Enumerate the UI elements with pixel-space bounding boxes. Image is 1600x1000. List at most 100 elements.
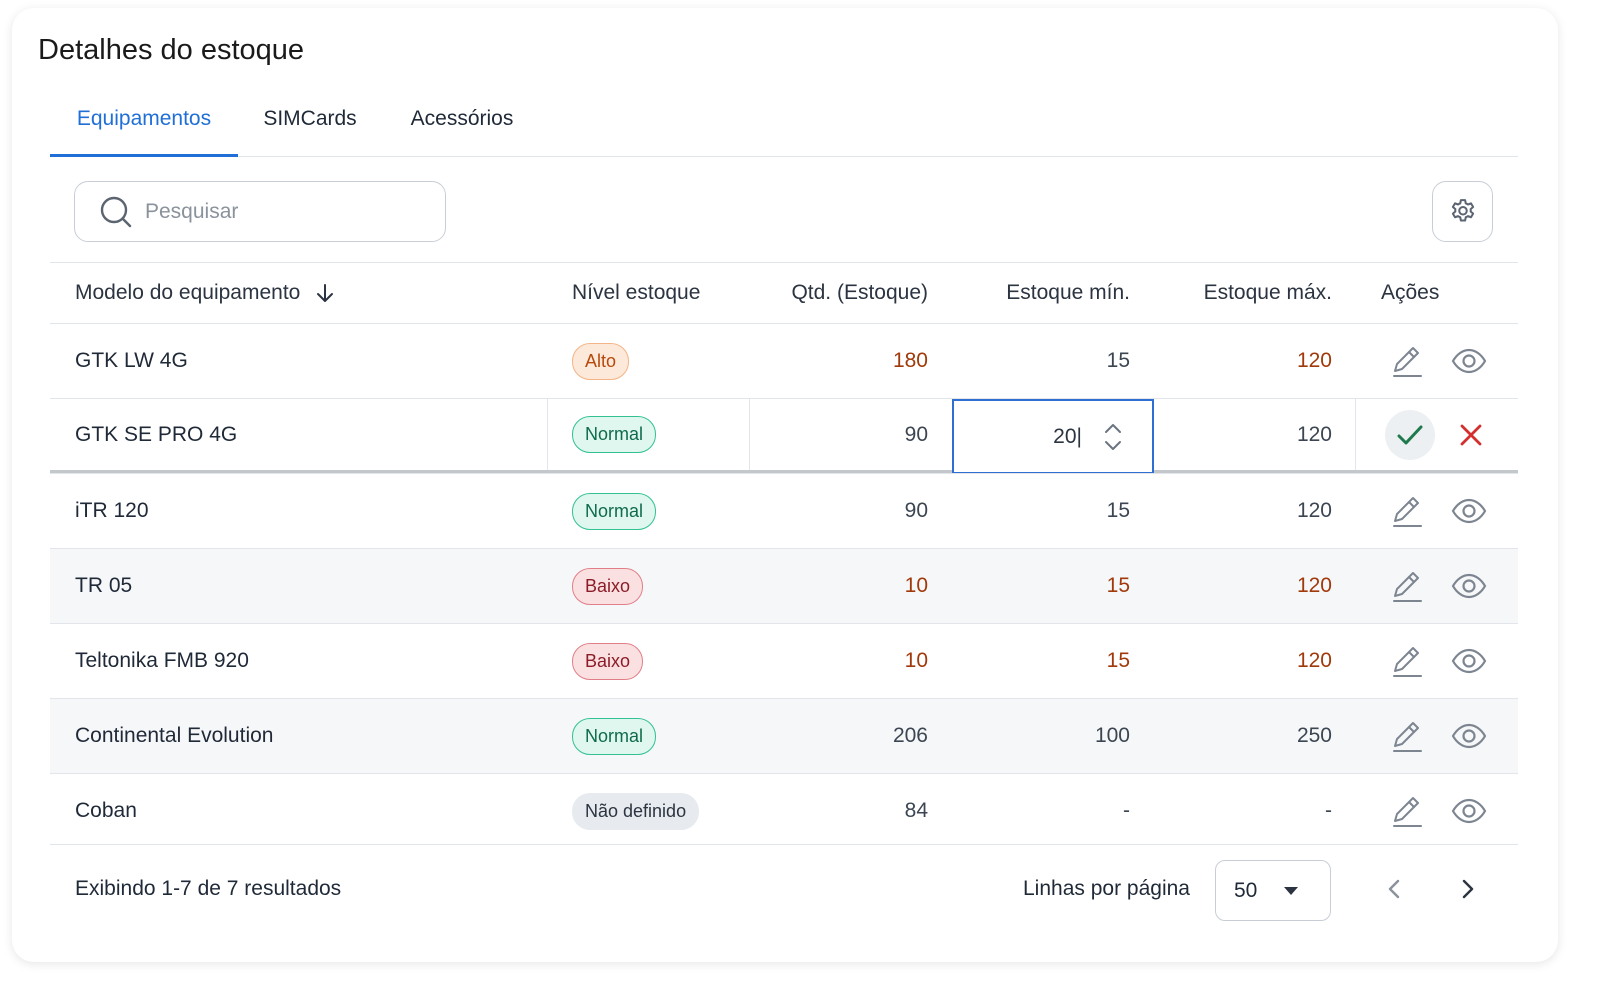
min-cell: - <box>1123 799 1130 822</box>
qty-cell: 90 <box>904 499 928 522</box>
rows-per-page-select[interactable]: 50 <box>1215 860 1331 921</box>
table-footer: Exibindo 1-7 de 7 resultados Linhas por … <box>50 844 1518 934</box>
arrow-down-icon[interactable] <box>314 282 336 304</box>
model-cell: Teltonika FMB 920 <box>75 649 249 672</box>
search-input[interactable] <box>145 199 405 224</box>
results-summary: Exibindo 1-7 de 7 resultados <box>75 877 342 900</box>
column-divider <box>547 399 548 470</box>
rows-per-page-value: 50 <box>1234 878 1258 902</box>
stepper-arrows-icon[interactable] <box>1102 421 1124 453</box>
edit-button[interactable] <box>1385 789 1429 833</box>
eye-icon <box>1451 798 1487 824</box>
stock-table: Modelo do equipamento Nível estoque Qtd.… <box>50 262 1518 848</box>
column-header-max[interactable]: Estoque máx. <box>1204 263 1332 323</box>
search-icon <box>100 196 132 227</box>
pencil-icon <box>1393 347 1422 377</box>
confirm-button[interactable] <box>1385 409 1435 460</box>
eye-icon <box>1451 723 1487 749</box>
column-header-actions: Ações <box>1381 281 1440 304</box>
min-stock-input[interactable]: 20| <box>952 399 1154 474</box>
max-cell: 250 <box>1296 724 1332 747</box>
settings-button[interactable] <box>1432 181 1493 242</box>
max-cell: 120 <box>1296 649 1332 672</box>
min-cell: 15 <box>1106 499 1130 522</box>
min-stock-input-value[interactable]: 20| <box>1053 425 1082 449</box>
min-cell: 100 <box>1094 724 1130 747</box>
max-cell: - <box>1325 799 1332 822</box>
max-cell: 120 <box>1296 499 1332 522</box>
tab-acessorios[interactable]: Acessórios <box>402 96 522 157</box>
pencil-icon <box>1393 722 1422 752</box>
view-button[interactable] <box>1447 564 1491 608</box>
gear-icon <box>1451 198 1474 221</box>
min-cell: 15 <box>1106 574 1130 597</box>
close-icon <box>1460 424 1482 445</box>
model-cell: Continental Evolution <box>75 724 274 747</box>
next-page-button[interactable] <box>1450 871 1486 907</box>
view-button[interactable] <box>1447 714 1491 758</box>
qty-cell: 180 <box>892 349 928 372</box>
table-row: Teltonika FMB 920 Baixo 10 15 120 <box>50 623 1518 698</box>
search-box <box>74 181 446 242</box>
max-cell: 120 <box>1296 349 1332 372</box>
prev-page-button[interactable] <box>1376 871 1412 907</box>
view-button[interactable] <box>1447 339 1491 383</box>
view-button[interactable] <box>1447 639 1491 683</box>
edit-button[interactable] <box>1385 339 1429 383</box>
qty-cell: 84 <box>904 799 928 822</box>
status-badge: Alto <box>572 342 630 380</box>
pencil-icon <box>1393 497 1422 527</box>
qty-cell: 90 <box>904 422 928 446</box>
column-header-min[interactable]: Estoque mín. <box>1006 263 1130 323</box>
number-stepper[interactable] <box>1102 421 1124 453</box>
status-badge: Não definido <box>572 792 700 830</box>
column-header-qty[interactable]: Qtd. (Estoque) <box>791 263 928 323</box>
status-badge: Baixo <box>572 642 644 680</box>
status-badge: Normal <box>572 717 657 755</box>
pencil-icon <box>1393 797 1422 827</box>
column-divider <box>1355 399 1356 470</box>
status-badge: Normal <box>572 492 657 530</box>
chevron-right-icon <box>1462 879 1474 899</box>
edit-button[interactable] <box>1385 714 1429 758</box>
max-cell: 120 <box>1296 574 1332 597</box>
max-cell: 120 <box>1296 422 1332 446</box>
header-label: Modelo do equipamento <box>75 281 301 304</box>
status-badge: Normal <box>572 416 657 453</box>
caret-down-icon <box>1284 886 1299 895</box>
chevron-left-icon <box>1388 879 1400 899</box>
min-cell: 15 <box>1106 349 1130 372</box>
edit-button[interactable] <box>1385 564 1429 608</box>
model-cell: Coban <box>75 799 137 822</box>
column-header-model[interactable]: Modelo do equipamento <box>75 263 336 323</box>
min-cell: 15 <box>1106 649 1130 672</box>
table-header: Modelo do equipamento Nível estoque Qtd.… <box>50 262 1518 323</box>
stock-details-card: Detalhes do estoque Equipamentos SIMCard… <box>12 8 1558 962</box>
eye-icon <box>1451 573 1487 599</box>
edit-button[interactable] <box>1385 639 1429 683</box>
view-button[interactable] <box>1447 789 1491 833</box>
table-row: TR 05 Baixo 10 15 120 <box>50 548 1518 623</box>
qty-cell: 206 <box>892 724 928 747</box>
cancel-button[interactable] <box>1449 413 1493 457</box>
qty-cell: 10 <box>904 574 928 597</box>
model-cell: GTK LW 4G <box>75 349 188 372</box>
column-header-level[interactable]: Nível estoque <box>572 263 700 323</box>
table-row: GTK LW 4G Alto 180 15 120 <box>50 323 1518 398</box>
edit-button[interactable] <box>1385 489 1429 533</box>
model-cell: TR 05 <box>75 574 133 597</box>
view-button[interactable] <box>1447 489 1491 533</box>
rows-per-page-label: Linhas por página <box>1023 877 1190 900</box>
model-cell: iTR 120 <box>75 499 149 522</box>
pencil-icon <box>1393 647 1422 677</box>
check-icon <box>1397 425 1423 444</box>
model-cell: GTK SE PRO 4G <box>75 422 238 446</box>
pencil-icon <box>1393 572 1422 602</box>
column-divider <box>749 399 750 470</box>
eye-icon <box>1451 498 1487 524</box>
tab-equipamentos[interactable]: Equipamentos <box>50 96 238 157</box>
eye-icon <box>1451 648 1487 674</box>
tab-simcards[interactable]: SIMCards <box>250 96 370 157</box>
table-row: Continental Evolution Normal 206 100 250 <box>50 698 1518 773</box>
status-badge: Baixo <box>572 567 644 605</box>
